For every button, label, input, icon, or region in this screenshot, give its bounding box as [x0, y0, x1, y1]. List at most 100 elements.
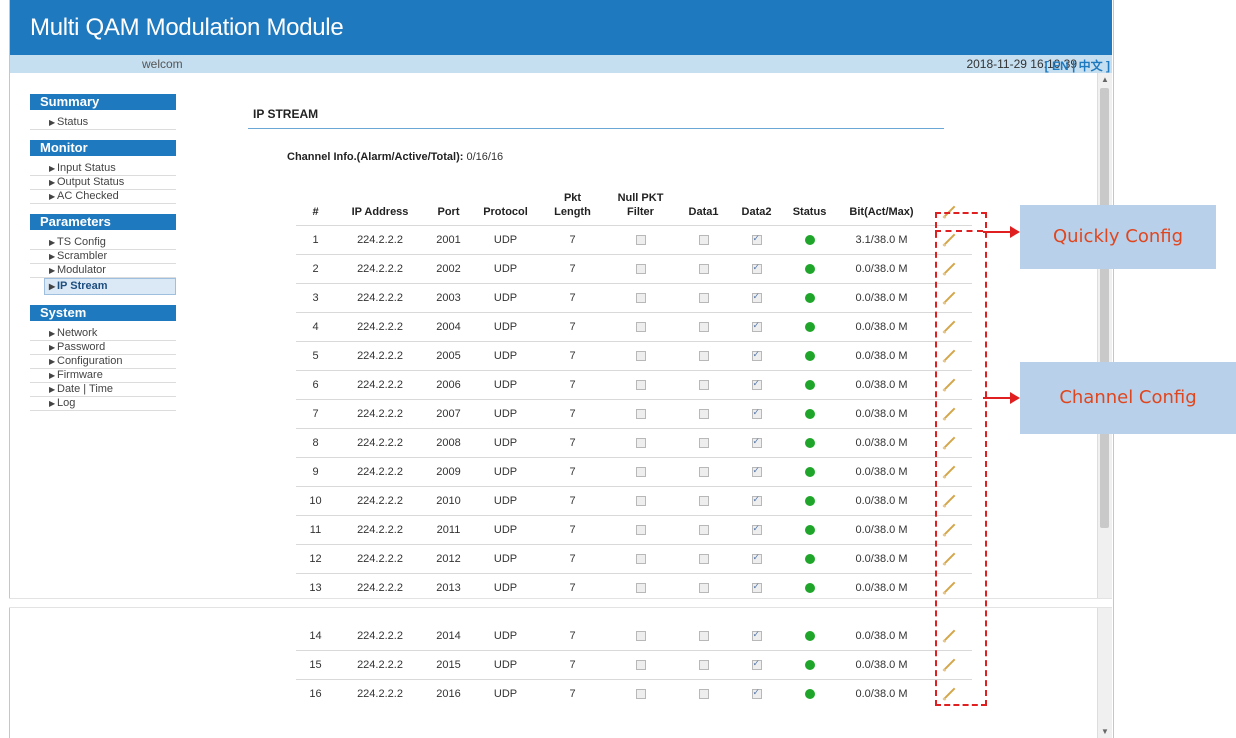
data2-checkbox[interactable] [751, 436, 762, 449]
language-switch[interactable]: [ EN | 中文 ] [1045, 57, 1110, 74]
data2-checkbox[interactable] [751, 465, 762, 478]
cell-index: 12 [296, 544, 335, 574]
sidebar-item-ip-stream[interactable]: ▶ IP Stream [44, 278, 176, 295]
data2-checkbox[interactable] [751, 407, 762, 420]
sidebar-item-scrambler[interactable]: ▶ Scrambler [30, 250, 176, 264]
arrow-right-icon: ▶ [49, 329, 56, 338]
data2-checkbox[interactable] [751, 349, 762, 362]
sidebar-item-configuration[interactable]: ▶ Configuration [30, 355, 176, 369]
scroll-down-icon[interactable]: ▼ [1101, 727, 1109, 736]
cell-protocol: UDP [472, 341, 539, 371]
quick-config-line [983, 231, 1013, 233]
null-filter-checkbox[interactable] [635, 496, 646, 507]
cell-data2 [732, 544, 781, 574]
data2-checkbox[interactable] [751, 658, 762, 671]
cell-bitrate: 0.0/38.0 M [838, 312, 925, 342]
status-bar: welcom 2018-11-29 16:10:39 [ EN | 中文 ] [10, 55, 1112, 73]
cell-index: 15 [296, 650, 335, 680]
sidebar-item-password[interactable]: ▶ Password [30, 341, 176, 355]
null-filter-checkbox[interactable] [635, 467, 646, 478]
sidebar-item-modulator[interactable]: ▶ Modulator [30, 264, 176, 278]
data2-checkbox[interactable] [751, 233, 762, 246]
section-header-monitor: Monitor [30, 140, 176, 156]
sidebar-item-date-time[interactable]: ▶ Date | Time [30, 383, 176, 397]
null-filter-checkbox[interactable] [635, 235, 646, 246]
data1-checkbox[interactable] [698, 235, 709, 246]
sidebar-item-status[interactable]: ▶ Status [30, 116, 176, 130]
cell-ip-address: 224.2.2.2 [335, 370, 425, 400]
cell-null-filter [606, 283, 675, 313]
data1-checkbox[interactable] [698, 322, 709, 333]
null-filter-checkbox[interactable] [635, 380, 646, 391]
cell-null-filter [606, 428, 675, 458]
cell-ip-address: 224.2.2.2 [335, 611, 425, 651]
null-filter-checkbox[interactable] [635, 322, 646, 333]
data2-checkbox[interactable] [751, 552, 762, 565]
data1-checkbox[interactable] [698, 689, 709, 700]
table-row: 6224.2.2.22006UDP7 0.0/38.0 M [296, 370, 972, 400]
cell-data1 [675, 650, 732, 680]
null-filter-checkbox[interactable] [635, 583, 646, 594]
null-filter-checkbox[interactable] [635, 660, 646, 671]
data1-checkbox[interactable] [698, 525, 709, 536]
sidebar-item-log[interactable]: ▶ Log [30, 397, 176, 411]
null-filter-checkbox[interactable] [635, 554, 646, 565]
data1-checkbox[interactable] [698, 351, 709, 362]
sidebar-item-network[interactable]: ▶ Network [30, 327, 176, 341]
data2-checkbox[interactable] [751, 687, 762, 700]
status-ok-icon [804, 293, 815, 304]
data2-checkbox[interactable] [751, 262, 762, 275]
data2-checkbox[interactable] [751, 629, 762, 642]
cell-status [781, 341, 838, 371]
null-filter-checkbox[interactable] [635, 293, 646, 304]
null-filter-checkbox[interactable] [635, 264, 646, 275]
data1-checkbox[interactable] [698, 660, 709, 671]
cell-ip-address: 224.2.2.2 [335, 650, 425, 680]
cell-data1 [675, 515, 732, 545]
cell-bitrate: 0.0/38.0 M [838, 254, 925, 284]
cell-data2 [732, 341, 781, 371]
cell-status [781, 254, 838, 284]
data1-checkbox[interactable] [698, 409, 709, 420]
cell-null-filter [606, 611, 675, 651]
cell-pkt-length: 7 [539, 650, 606, 680]
data2-checkbox[interactable] [751, 494, 762, 507]
data2-checkbox[interactable] [751, 291, 762, 304]
scrollbar-thumb[interactable] [1100, 88, 1109, 528]
data1-checkbox[interactable] [698, 583, 709, 594]
cell-null-filter [606, 544, 675, 574]
sidebar-item-ts-config[interactable]: ▶ TS Config [30, 236, 176, 250]
data2-checkbox[interactable] [751, 320, 762, 333]
cell-ip-address: 224.2.2.2 [335, 254, 425, 284]
null-filter-checkbox[interactable] [635, 631, 646, 642]
data2-checkbox[interactable] [751, 523, 762, 536]
sidebar-item-ac-checked[interactable]: ▶ AC Checked [30, 190, 176, 204]
null-filter-checkbox[interactable] [635, 409, 646, 420]
sidebar-item-firmware[interactable]: ▶ Firmware [30, 369, 176, 383]
col-header-bit: Bit(Act/Max) [849, 206, 914, 218]
data1-checkbox[interactable] [698, 554, 709, 565]
cell-status [781, 650, 838, 680]
sidebar-item-output-status[interactable]: ▶ Output Status [30, 176, 176, 190]
data1-checkbox[interactable] [698, 631, 709, 642]
null-filter-checkbox[interactable] [635, 689, 646, 700]
data1-checkbox[interactable] [698, 264, 709, 275]
data1-checkbox[interactable] [698, 496, 709, 507]
sidebar-item-input-status[interactable]: ▶ Input Status [30, 162, 176, 176]
cell-pkt-length: 7 [539, 399, 606, 429]
cell-null-filter [606, 399, 675, 429]
data2-checkbox[interactable] [751, 581, 762, 594]
data1-checkbox[interactable] [698, 293, 709, 304]
data1-checkbox[interactable] [698, 438, 709, 449]
cell-protocol: UDP [472, 399, 539, 429]
null-filter-checkbox[interactable] [635, 525, 646, 536]
scroll-up-icon[interactable]: ▲ [1101, 75, 1109, 84]
data1-checkbox[interactable] [698, 380, 709, 391]
data1-checkbox[interactable] [698, 467, 709, 478]
cell-status [781, 428, 838, 458]
cell-data2 [732, 486, 781, 516]
data2-checkbox[interactable] [751, 378, 762, 391]
null-filter-checkbox[interactable] [635, 438, 646, 449]
null-filter-checkbox[interactable] [635, 351, 646, 362]
cell-data1 [675, 457, 732, 487]
